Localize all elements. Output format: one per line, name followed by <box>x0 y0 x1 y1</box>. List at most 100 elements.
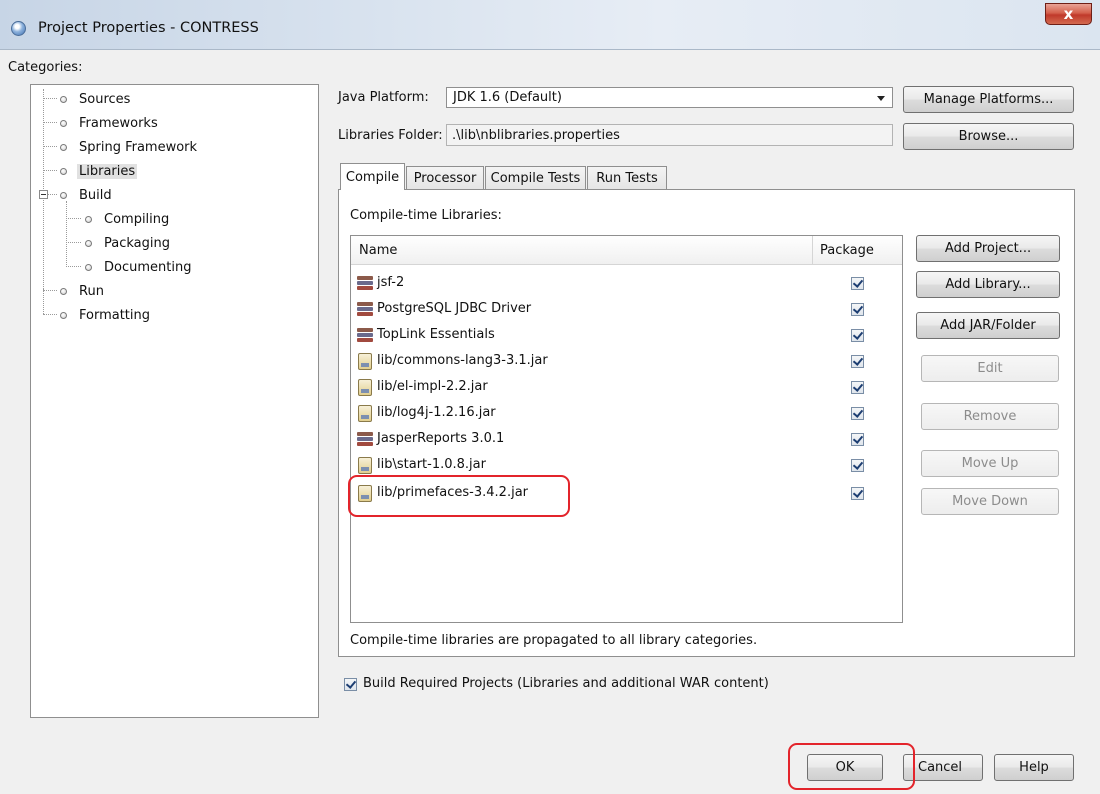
tree-item-sources[interactable]: Sources <box>60 89 130 109</box>
name-column-header[interactable]: Name <box>351 236 813 265</box>
package-checkbox[interactable] <box>851 303 864 316</box>
tree-item-documenting[interactable]: Documenting <box>85 257 191 277</box>
package-checkbox[interactable] <box>851 487 864 500</box>
package-column-header[interactable]: Package <box>813 236 902 265</box>
package-checkbox[interactable] <box>851 381 864 394</box>
tree-item-compiling[interactable]: Compiling <box>85 209 169 229</box>
library-icon <box>356 327 374 343</box>
jar-icon <box>358 353 372 370</box>
move-up-button[interactable]: Move Up <box>921 450 1059 477</box>
table-row[interactable]: jsf-2 <box>351 271 902 297</box>
table-row[interactable]: lib/commons-lang3-3.1.jar <box>351 349 902 375</box>
tree-item-label: Compiling <box>104 211 170 227</box>
compile-time-libraries-label: Compile-time Libraries: <box>350 208 502 223</box>
node-icon <box>60 95 67 103</box>
tree-item-spring-framework[interactable]: Spring Framework <box>60 137 197 157</box>
library-name: JasperReports 3.0.1 <box>377 431 505 446</box>
library-name: lib\start-1.0.8.jar <box>377 457 486 472</box>
tree-line <box>66 201 67 267</box>
table-row[interactable]: JasperReports 3.0.1 <box>351 427 902 453</box>
cancel-button[interactable]: Cancel <box>903 754 983 781</box>
tab-compile[interactable]: Compile <box>340 163 405 190</box>
help-button[interactable]: Help <box>994 754 1074 781</box>
title-bar[interactable]: Project Properties - CONTRESS x <box>0 0 1100 50</box>
tree-item-frameworks[interactable]: Frameworks <box>60 113 158 133</box>
categories-tree[interactable]: Sources Frameworks Spring Framework Libr… <box>30 84 319 718</box>
package-checkbox[interactable] <box>851 355 864 368</box>
tree-item-label: Libraries <box>77 163 138 179</box>
table-row[interactable]: TopLink Essentials <box>351 323 902 349</box>
tree-item-run[interactable]: Run <box>60 281 104 301</box>
move-down-button[interactable]: Move Down <box>921 488 1059 515</box>
add-project-button[interactable]: Add Project... <box>916 235 1060 262</box>
tree-item-packaging[interactable]: Packaging <box>85 233 170 253</box>
close-icon: x <box>1063 5 1074 23</box>
tree-line <box>66 242 81 243</box>
tree-item-libraries[interactable]: Libraries <box>60 161 138 181</box>
package-checkbox[interactable] <box>851 329 864 342</box>
libraries-folder-value: .\lib\nblibraries.properties <box>452 128 620 143</box>
package-checkbox[interactable] <box>851 459 864 472</box>
build-expander-icon[interactable] <box>39 190 48 199</box>
node-icon <box>60 119 67 127</box>
add-jar-folder-button[interactable]: Add JAR/Folder <box>916 312 1060 339</box>
tree-line <box>43 98 57 99</box>
tree-line <box>43 146 57 147</box>
tree-item-label: Packaging <box>104 235 170 251</box>
package-checkbox[interactable] <box>851 407 864 420</box>
tree-item-label: Sources <box>79 91 131 107</box>
tree-item-build[interactable]: Build <box>60 185 112 205</box>
node-icon <box>85 239 92 247</box>
add-library-button[interactable]: Add Library... <box>916 271 1060 298</box>
node-icon <box>85 263 92 271</box>
table-row[interactable]: lib/el-impl-2.2.jar <box>351 375 902 401</box>
build-required-checkbox[interactable] <box>344 678 357 691</box>
remove-button[interactable]: Remove <box>921 403 1059 430</box>
node-icon <box>60 311 67 319</box>
library-icon <box>356 275 374 291</box>
tab-compile-tests[interactable]: Compile Tests <box>485 166 586 190</box>
package-checkbox[interactable] <box>851 277 864 290</box>
tree-item-label: Formatting <box>79 307 151 323</box>
categories-label: Categories: <box>8 60 83 75</box>
tree-line <box>66 266 81 267</box>
tree-line <box>48 194 57 195</box>
table-row[interactable]: lib/log4j-1.2.16.jar <box>351 401 902 427</box>
node-icon <box>60 143 67 151</box>
tree-item-formatting[interactable]: Formatting <box>60 305 150 325</box>
tree-line <box>43 314 57 315</box>
libraries-folder-field[interactable]: .\lib\nblibraries.properties <box>446 124 893 146</box>
window-title: Project Properties - CONTRESS <box>38 20 259 36</box>
library-name: lib/commons-lang3-3.1.jar <box>377 353 548 368</box>
project-properties-dialog: Project Properties - CONTRESS x Categori… <box>0 0 1100 794</box>
package-checkbox[interactable] <box>851 433 864 446</box>
browse-button[interactable]: Browse... <box>903 123 1074 150</box>
close-button[interactable]: x <box>1045 3 1092 25</box>
propagation-note: Compile-time libraries are propagated to… <box>350 633 758 648</box>
jar-icon <box>358 379 372 396</box>
compile-libraries-table[interactable]: Name Package jsf-2 PostgreSQL JDBC Drive… <box>350 235 903 623</box>
libraries-folder-label: Libraries Folder: <box>338 128 443 143</box>
tree-item-label: Run <box>79 283 104 299</box>
library-icon <box>356 301 374 317</box>
tree-item-label: Spring Framework <box>79 139 198 155</box>
tree-line <box>66 218 81 219</box>
table-row[interactable]: PostgreSQL JDBC Driver <box>351 297 902 323</box>
edit-button[interactable]: Edit <box>921 355 1059 382</box>
tab-processor[interactable]: Processor <box>406 166 484 190</box>
java-platform-label: Java Platform: <box>338 90 429 105</box>
tab-run-tests[interactable]: Run Tests <box>587 166 667 190</box>
highlight-annotation <box>788 743 915 790</box>
tree-line <box>43 289 44 314</box>
tree-item-label: Frameworks <box>79 115 158 131</box>
node-icon <box>60 287 67 295</box>
manage-platforms-button[interactable]: Manage Platforms... <box>903 86 1074 113</box>
java-platform-select[interactable]: JDK 1.6 (Default) <box>446 87 893 108</box>
node-icon <box>60 191 67 199</box>
build-required-label: Build Required Projects (Libraries and a… <box>363 676 769 691</box>
dropdown-arrow-icon <box>877 96 885 101</box>
java-platform-value: JDK 1.6 (Default) <box>453 90 562 105</box>
library-icon <box>356 431 374 447</box>
netbeans-app-icon <box>11 21 26 36</box>
library-name: TopLink Essentials <box>377 327 495 342</box>
